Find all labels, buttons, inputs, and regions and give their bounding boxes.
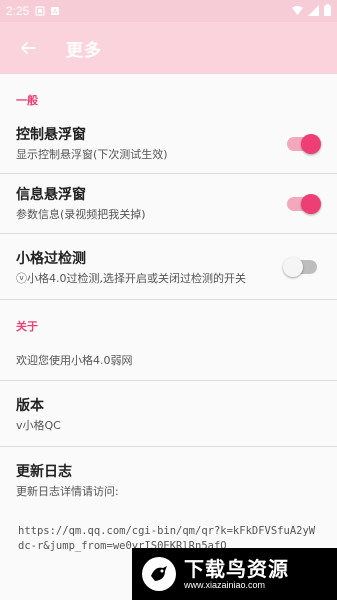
status-time: 2:25 — [6, 4, 30, 18]
float-info-toggle[interactable] — [287, 193, 321, 214]
signal-icon — [308, 4, 319, 16]
pref-summary: ⓥ小格4.0过检测,选择开启或关闭过检测的开关 — [16, 272, 246, 285]
section-header-about: 关于 — [16, 320, 38, 333]
pref-summary: 更新日志详情请访问: — [16, 485, 119, 498]
notification-icon — [35, 6, 45, 16]
pref-bypass[interactable]: 小格过检测 ⓥ小格4.0过检测,选择开启或关闭过检测的开关 — [0, 234, 337, 300]
watermark-name: 下载鸟资源 — [184, 557, 289, 581]
app-bar: 更多 — [0, 22, 337, 74]
wifi-icon — [292, 5, 303, 15]
settings-list: 一般 控制悬浮窗 显示控制悬浮窗(下次测试生效) 信息悬浮窗 参数信息(录视频把… — [0, 74, 337, 600]
pref-summary: 参数信息(录视频把我关掉) — [16, 208, 146, 221]
svg-text:A: A — [53, 9, 58, 16]
pref-title: 版本 — [16, 398, 44, 414]
toggle-knob — [301, 193, 321, 214]
bird-logo-icon — [142, 557, 176, 591]
pref-float-info[interactable]: 信息悬浮窗 参数信息(录视频把我关掉) — [0, 174, 337, 234]
toggle-knob — [283, 256, 303, 277]
welcome-text: 欢迎您使用小格4.0弱网 — [0, 340, 337, 381]
section-header-general: 一般 — [16, 94, 38, 107]
pref-version[interactable]: 版本 v小格QC — [0, 381, 337, 447]
watermark-url: www.xiazainiao.com — [184, 580, 266, 590]
pref-title: 更新日志 — [16, 464, 72, 480]
pref-summary: v小格QC — [16, 419, 61, 432]
status-bar: 2:25 A — [0, 0, 337, 22]
pref-changelog[interactable]: 更新日志 更新日志详情请访问: — [0, 447, 337, 510]
pref-title: 信息悬浮窗 — [16, 187, 86, 203]
app-notification-icon: A — [51, 7, 60, 16]
page-title: 更多 — [66, 40, 102, 61]
pref-summary: 显示控制悬浮窗(下次测试生效) — [16, 148, 168, 161]
toggle-knob — [301, 133, 321, 154]
bypass-toggle[interactable] — [283, 256, 317, 277]
bird-icon — [151, 566, 167, 581]
arrow-left-icon — [21, 42, 36, 54]
pref-title: 控制悬浮窗 — [16, 127, 86, 143]
pref-float-control[interactable]: 控制悬浮窗 显示控制悬浮窗(下次测试生效) — [0, 114, 337, 174]
battery-icon — [324, 4, 331, 16]
back-button[interactable] — [16, 36, 40, 60]
watermark: 下载鸟资源 www.xiazainiao.com — [132, 548, 337, 600]
pref-title: 小格过检测 — [16, 251, 86, 267]
float-control-toggle[interactable] — [287, 133, 321, 154]
